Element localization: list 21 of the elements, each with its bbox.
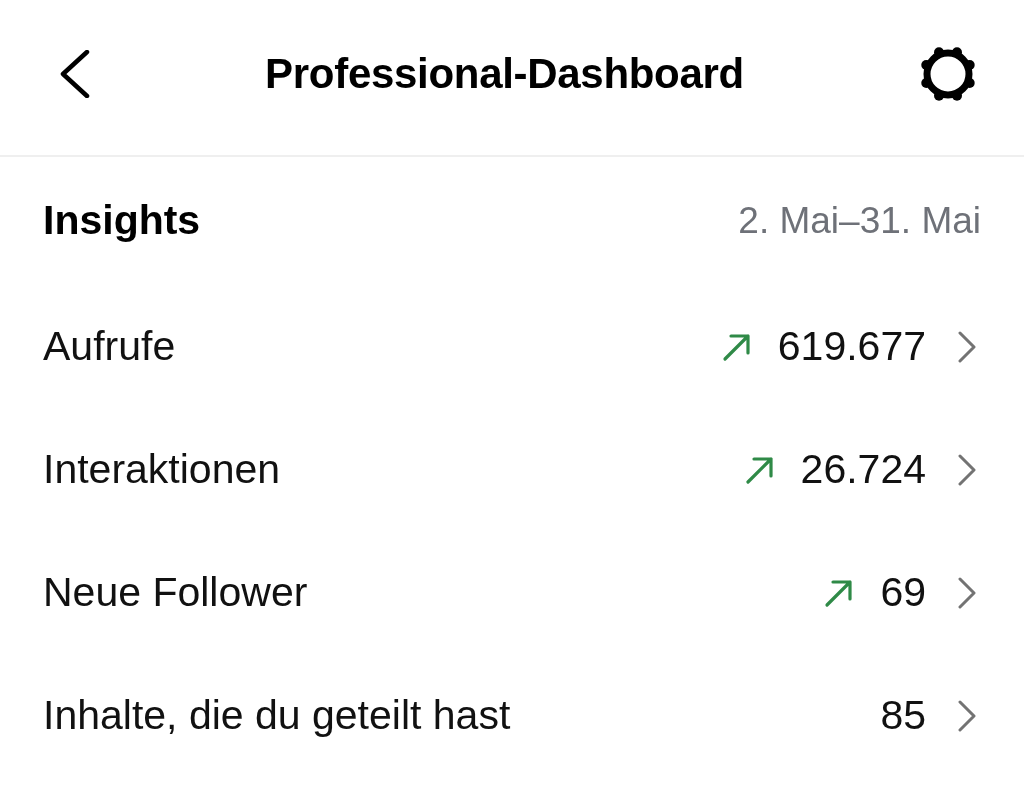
metric-label: Aufrufe (43, 321, 176, 371)
metric-row[interactable]: Aufrufe 619.677 (0, 285, 1024, 408)
metric-value: 85 (880, 690, 926, 740)
metric-row[interactable]: Inhalte, die du geteilt hast 85 (0, 654, 1024, 777)
chevron-right-icon (958, 576, 976, 609)
back-icon[interactable] (58, 49, 90, 98)
chevron-right-icon (958, 699, 976, 732)
chevron-right-icon (958, 453, 976, 486)
metric-row[interactable]: Neue Follower 69 (0, 531, 1024, 654)
metric-value: 26.724 (800, 444, 926, 494)
metric-value: 619.677 (777, 321, 926, 371)
metric-label: Interaktionen (43, 444, 281, 494)
section-title: Insights (43, 196, 201, 246)
metric-label: Inhalte, die du geteilt hast (43, 690, 511, 740)
metric-label: Neue Follower (43, 567, 308, 617)
date-range: 2. Mai–31. Mai (738, 199, 981, 244)
page-title: Professional-Dashboard (265, 49, 744, 99)
metric-row[interactable]: Interaktionen 26.724 (0, 408, 1024, 531)
settings-icon[interactable] (919, 44, 977, 103)
chevron-right-icon (958, 330, 976, 363)
metric-value: 69 (880, 567, 926, 617)
